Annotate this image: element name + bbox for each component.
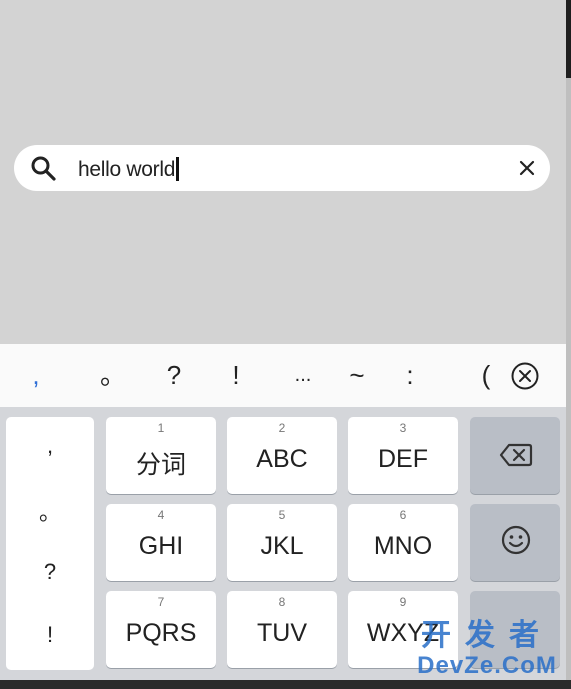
watermark-top-text: 开发者: [421, 619, 553, 652]
search-input[interactable]: hello world: [78, 157, 180, 181]
key-label: PQRS: [125, 619, 197, 647]
watermark-logo: 开发者 DevZe.CoM: [412, 620, 562, 680]
smiley-icon: [501, 525, 531, 555]
symbol-exclaim[interactable]: !: [226, 360, 246, 390]
symbol-tilde[interactable]: ~: [346, 360, 368, 390]
key-label: JKL: [260, 532, 304, 560]
bottom-edge: [0, 680, 571, 689]
search-input-value: hello world: [78, 158, 176, 181]
window-edge: [566, 78, 571, 689]
key-2-abc[interactable]: 2 ABC: [227, 417, 337, 494]
key-1-segment[interactable]: 1 分词: [106, 417, 216, 494]
key-number: 7: [157, 595, 165, 609]
key-label: GHI: [138, 532, 184, 560]
search-icon: [31, 156, 56, 181]
key-5-jkl[interactable]: 5 JKL: [227, 504, 337, 581]
side-punct-exclaim[interactable]: !: [6, 622, 94, 648]
symbol-period[interactable]: 。: [100, 360, 126, 390]
symbol-question[interactable]: ?: [164, 360, 184, 390]
key-number: 3: [399, 421, 407, 435]
symbol-paren[interactable]: (: [476, 360, 496, 390]
backspace-icon: [499, 443, 533, 467]
side-punct-comma[interactable]: ,: [6, 433, 94, 459]
key-8-tuv[interactable]: 8 TUV: [227, 591, 337, 668]
window-edge-dark: [566, 0, 571, 78]
watermark-bottom-text: DevZe.CoM: [417, 652, 557, 679]
symbol-colon[interactable]: :: [400, 360, 420, 390]
key-number: 6: [399, 508, 407, 522]
side-punct-question[interactable]: ?: [6, 559, 94, 585]
search-bar[interactable]: hello world: [14, 145, 550, 191]
key-number: 9: [399, 595, 407, 609]
emoji-key[interactable]: [470, 504, 560, 581]
symbol-bar: , 。 ? ! ... ~ : (: [0, 344, 566, 407]
symbol-comma[interactable]: ,: [26, 360, 46, 390]
side-punct-period[interactable]: 。: [6, 495, 94, 527]
key-label: 分词: [135, 451, 186, 479]
key-4-ghi[interactable]: 4 GHI: [106, 504, 216, 581]
key-number: 5: [278, 508, 286, 522]
key-label: DEF: [378, 445, 428, 473]
key-3-def[interactable]: 3 DEF: [348, 417, 458, 494]
key-6-mno[interactable]: 6 MNO: [348, 504, 458, 581]
key-label: TUV: [257, 619, 307, 647]
key-label: MNO: [373, 532, 433, 560]
key-number: 4: [157, 508, 165, 522]
close-icon[interactable]: [518, 159, 536, 177]
key-number: 1: [157, 421, 165, 435]
symbol-ellipsis[interactable]: ...: [288, 360, 318, 390]
key-number: 8: [278, 595, 286, 609]
text-caret: [176, 157, 180, 181]
punctuation-side-panel[interactable]: , 。 ? !: [6, 417, 94, 670]
backspace-key[interactable]: [470, 417, 560, 494]
key-7-pqrs[interactable]: 7 PQRS: [106, 591, 216, 668]
key-number: 2: [278, 421, 286, 435]
key-label: ABC: [256, 445, 308, 473]
circle-x-icon[interactable]: [510, 361, 540, 391]
